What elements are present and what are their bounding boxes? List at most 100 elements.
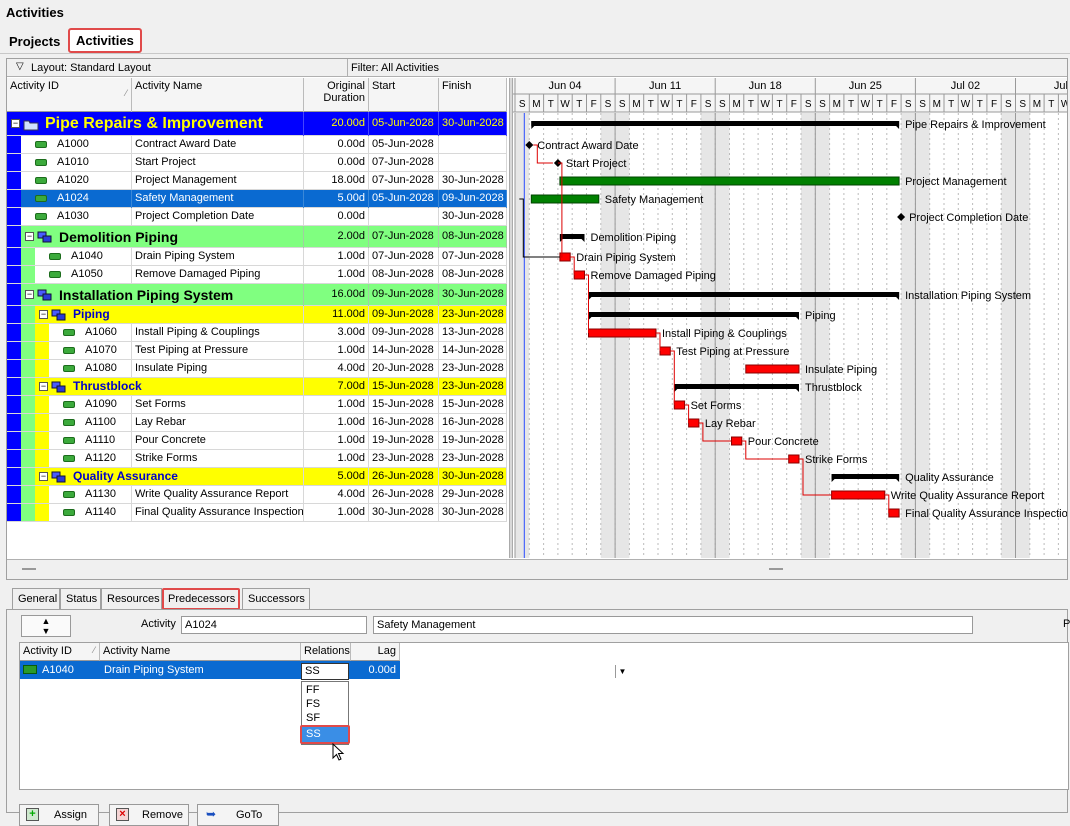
pred-col-activity-id[interactable]: Activity ID ⁄: [20, 643, 100, 661]
duration-cell: 0.00d: [304, 136, 369, 154]
table-row[interactable]: A1030 Project Completion Date 0.00d 30-Jun-…: [7, 208, 507, 226]
navigate-spinner[interactable]: ▲ ▼: [21, 615, 71, 637]
wbs-row[interactable]: 20.00d 05-Jun-2028 30-Jun-2028 − Pipe Repair…: [7, 112, 507, 136]
day-label: F: [591, 99, 597, 110]
collapse-icon[interactable]: −: [25, 232, 34, 241]
weekend-shade: [515, 113, 530, 558]
remove-button[interactable]: × Remove: [109, 804, 189, 826]
day-label: S: [605, 99, 612, 110]
details-tab-resources[interactable]: Resources: [101, 588, 162, 610]
day-label: T: [776, 99, 782, 110]
activity-icon: [35, 159, 47, 166]
pred-col-relations[interactable]: Relations: [301, 643, 351, 661]
wbs-row[interactable]: 11.00d 09-Jun-2028 23-Jun-2028 − Piping: [7, 306, 507, 324]
filter-selector[interactable]: Filter: All Activities: [351, 62, 439, 74]
table-row[interactable]: A1060 Install Piping & Couplings 3.00d 09-J…: [7, 324, 507, 342]
scroll-grip-left[interactable]: [22, 568, 36, 570]
activity-link-icon: [23, 665, 37, 674]
wbs-row[interactable]: 7.00d 15-Jun-2028 23-Jun-2028 − Thrustblock: [7, 378, 507, 396]
details-tab-predecessors[interactable]: Predecessors: [162, 588, 240, 610]
pred-lag[interactable]: 0.00d: [368, 664, 396, 676]
table-row[interactable]: A1140 Final Quality Assurance Inspection 1…: [7, 504, 507, 522]
collapse-icon[interactable]: −: [39, 382, 48, 391]
layout-selector[interactable]: Layout: Standard Layout: [31, 62, 151, 74]
collapse-icon[interactable]: −: [11, 119, 20, 128]
assign-button[interactable]: + Assign: [19, 804, 99, 826]
activity-name-cell: [132, 306, 304, 324]
table-row[interactable]: A1040 Drain Piping System 1.00d 07-Jun-2028…: [7, 248, 507, 266]
option-fs[interactable]: FS: [303, 698, 347, 712]
table-row[interactable]: A1010 Start Project 0.00d 07-Jun-2028: [7, 154, 507, 172]
table-row[interactable]: A1024 Safety Management 5.00d 05-Jun-2028 09…: [7, 190, 507, 208]
details-tab-general[interactable]: General: [12, 588, 60, 610]
activity-name-field[interactable]: Safety Management: [373, 616, 973, 634]
table-row[interactable]: A1120 Strike Forms 1.00d 23-Jun-2028 23-Jun-…: [7, 450, 507, 468]
finish-cell: [439, 154, 507, 172]
activity-id: A1120: [85, 452, 116, 464]
scroll-grip-right[interactable]: [769, 568, 783, 570]
activity-id-cell: A1100: [7, 414, 132, 432]
chevron-down-icon[interactable]: ▼: [615, 665, 629, 678]
arrow-up-icon[interactable]: ▲: [22, 616, 70, 626]
relation-select[interactable]: SS ▼: [301, 663, 626, 680]
summary-bar: [588, 312, 799, 317]
table-row[interactable]: A1070 Test Piping at Pressure 1.00d 14-Jun-…: [7, 342, 507, 360]
wbs-name: Installation Piping System: [59, 287, 234, 303]
activity-id: A1050: [71, 268, 103, 280]
duration-cell: 4.00d: [304, 360, 369, 378]
wbs-row[interactable]: 16.00d 09-Jun-2028 30-Jun-2028 − Installatio…: [7, 284, 507, 306]
duration-cell: 2.00d: [304, 226, 369, 248]
option-ff[interactable]: FF: [303, 684, 347, 698]
table-row[interactable]: A1020 Project Management 18.00d 07-Jun-2028…: [7, 172, 507, 190]
horizontal-scrollbar[interactable]: [7, 559, 1067, 579]
bar-label: Drain Piping System: [576, 252, 676, 264]
col-header-duration[interactable]: Original Duration: [304, 78, 369, 112]
day-label: M: [933, 99, 941, 110]
collapse-icon[interactable]: −: [39, 472, 48, 481]
table-row[interactable]: A1000 Contract Award Date 0.00d 05-Jun-2028: [7, 136, 507, 154]
duration-cell: 5.00d: [304, 190, 369, 208]
activity-table: Activity ID ⁄ Activity Name Original Durat…: [7, 78, 507, 558]
col-header-activity-id[interactable]: Activity ID ⁄: [7, 78, 132, 112]
chevron-down-icon[interactable]: ▽: [16, 61, 24, 72]
duration-cell: 1.00d: [304, 504, 369, 522]
start-cell: 26-Jun-2028: [369, 486, 439, 504]
option-ss[interactable]: SS: [300, 725, 350, 744]
wbs-row[interactable]: 5.00d 26-Jun-2028 30-Jun-2028 − Quality Assu…: [7, 468, 507, 486]
table-row[interactable]: A1050 Remove Damaged Piping 1.00d 08-Jun-20…: [7, 266, 507, 284]
table-row[interactable]: A1110 Pour Concrete 1.00d 19-Jun-2028 19-Jun…: [7, 432, 507, 450]
pred-activity-name: Drain Piping System: [104, 664, 204, 676]
day-label: T: [1048, 99, 1054, 110]
goto-button[interactable]: ➥ GoTo: [197, 804, 279, 826]
arrow-down-icon[interactable]: ▼: [22, 626, 70, 636]
activity-bar: [745, 364, 800, 374]
tab-projects[interactable]: Projects: [4, 32, 65, 51]
table-row[interactable]: A1080 Insulate Piping 4.00d 20-Jun-2028 23-J…: [7, 360, 507, 378]
tab-activities[interactable]: Activities: [68, 28, 142, 53]
activity-id-cell: A1024: [7, 190, 132, 208]
table-row[interactable]: A1130 Write Quality Assurance Report 4.00d…: [7, 486, 507, 504]
activity-id: A1040: [71, 250, 103, 262]
col-header-finish[interactable]: Finish: [439, 78, 507, 112]
wbs-row[interactable]: 2.00d 07-Jun-2028 08-Jun-2028 − Demolition P…: [7, 226, 507, 248]
col-header-activity-name[interactable]: Activity Name: [132, 78, 304, 112]
finish-cell: 30-Jun-2028: [439, 504, 507, 522]
pred-col-lag[interactable]: Lag: [351, 643, 400, 661]
day-label: S: [1005, 99, 1012, 110]
details-tab-successors[interactable]: Successors: [242, 588, 310, 610]
day-label: S: [919, 99, 926, 110]
activity-id-cell: [7, 306, 132, 324]
details-tab-status[interactable]: Status: [60, 588, 101, 610]
table-row[interactable]: A1100 Lay Rebar 1.00d 16-Jun-2028 16-Jun-202…: [7, 414, 507, 432]
pred-col-activity-name[interactable]: Activity Name: [100, 643, 301, 661]
finish-cell: 08-Jun-2028: [439, 226, 507, 248]
start-cell: 07-Jun-2028: [369, 154, 439, 172]
day-label: M: [632, 99, 640, 110]
activity-id-field[interactable]: A1024: [181, 616, 367, 634]
day-label: M: [833, 99, 841, 110]
table-row[interactable]: A1090 Set Forms 1.00d 15-Jun-2028 15-Jun-202…: [7, 396, 507, 414]
col-header-start[interactable]: Start: [369, 78, 439, 112]
option-sf[interactable]: SF: [303, 712, 347, 726]
collapse-icon[interactable]: −: [25, 290, 34, 299]
collapse-icon[interactable]: −: [39, 310, 48, 319]
